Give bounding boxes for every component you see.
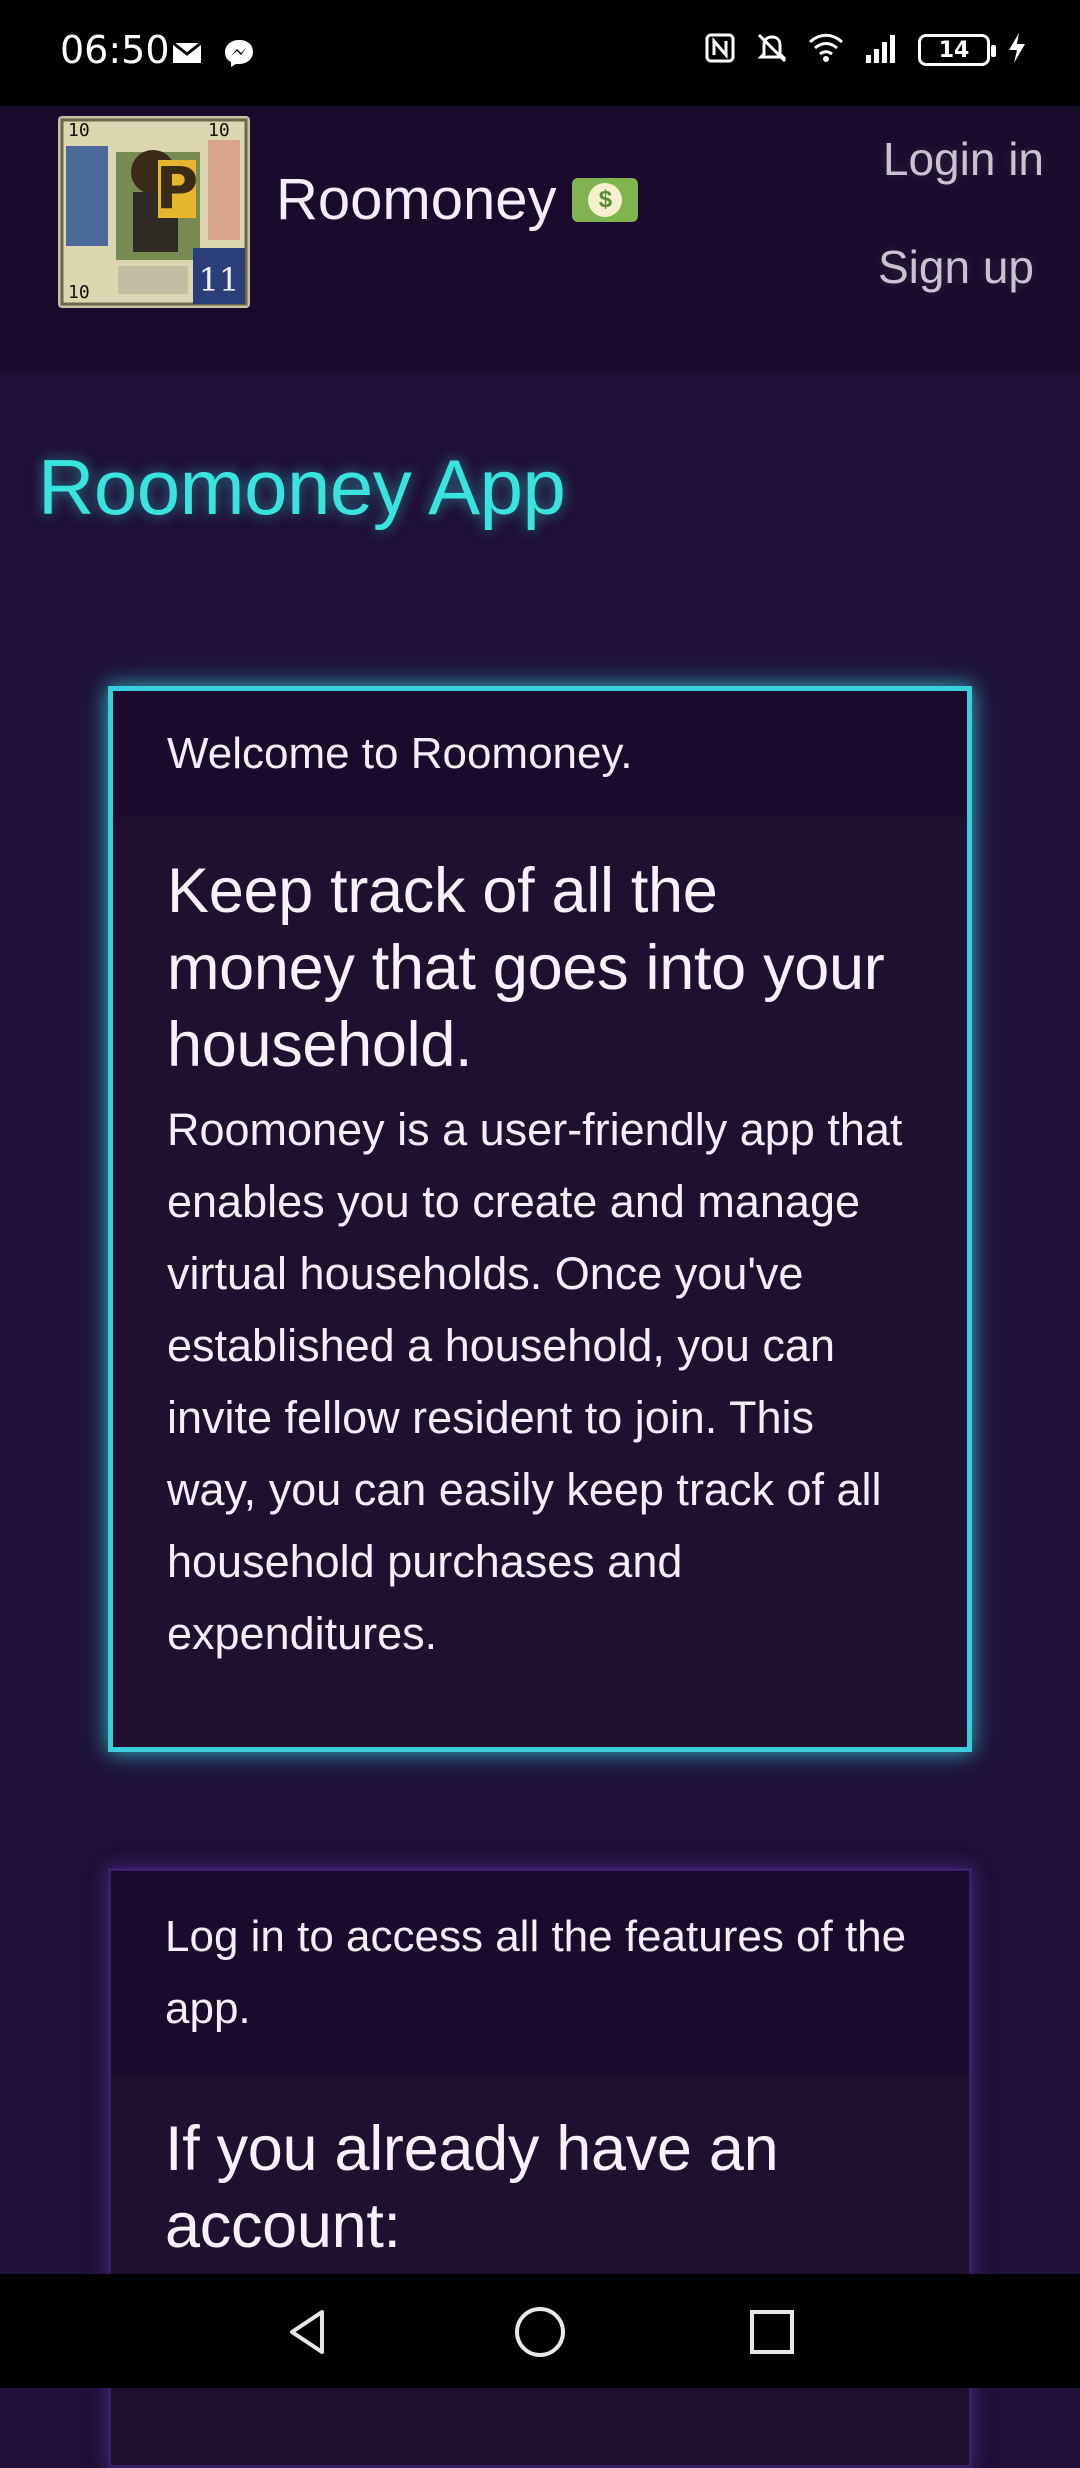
logo-number-bottom-right: 11 bbox=[199, 261, 240, 299]
battery-icon: 14 bbox=[918, 34, 996, 66]
app-logo[interactable]: P 11 10 10 10 bbox=[58, 116, 250, 308]
recent-apps-icon[interactable] bbox=[742, 2302, 802, 2362]
wifi-icon bbox=[806, 30, 846, 70]
welcome-card-body: Keep track of all the money that goes in… bbox=[113, 817, 967, 1670]
login-link[interactable]: Login in bbox=[883, 132, 1044, 186]
signal-icon bbox=[862, 30, 902, 70]
welcome-card-heading: Keep track of all the money that goes in… bbox=[167, 856, 885, 1080]
logo-number-top-right: 10 bbox=[208, 120, 230, 141]
status-bar: 06:50 14 bbox=[0, 0, 1080, 106]
signup-link[interactable]: Sign up bbox=[878, 240, 1034, 294]
back-icon[interactable] bbox=[280, 2302, 340, 2362]
home-icon[interactable] bbox=[510, 2302, 570, 2362]
welcome-card-header: Welcome to Roomoney. bbox=[113, 691, 967, 817]
status-time: 06:50 bbox=[60, 28, 170, 72]
welcome-card-description: Roomoney is a user-friendly app that ena… bbox=[167, 1104, 903, 1659]
charging-icon bbox=[1006, 30, 1028, 70]
login-card-header: Log in to access all the features of the… bbox=[111, 1871, 969, 2075]
login-card-heading: If you already have an account: bbox=[165, 2114, 779, 2261]
login-card-body: If you already have an account: bbox=[111, 2075, 969, 2265]
nfc-icon bbox=[702, 30, 738, 70]
page-title: Roomoney App bbox=[38, 443, 566, 531]
mute-icon bbox=[754, 30, 790, 70]
money-icon: $ bbox=[572, 177, 639, 222]
welcome-card-header-text: Welcome to Roomoney. bbox=[167, 729, 633, 778]
logo-number-bottom-left: 10 bbox=[68, 282, 90, 303]
messenger-icon bbox=[222, 36, 256, 74]
app-name: Roomoney bbox=[276, 167, 557, 232]
app-header: P 11 10 10 10 Roomoney $ Login in Sign u… bbox=[0, 106, 1080, 372]
gmail-icon bbox=[170, 36, 204, 74]
login-card-header-text: Log in to access all the features of the… bbox=[165, 1912, 907, 2033]
welcome-card: Welcome to Roomoney. Keep track of all t… bbox=[108, 686, 972, 1752]
logo-letter: P bbox=[156, 154, 199, 222]
brand[interactable]: Roomoney $ bbox=[276, 166, 639, 233]
system-navigation-bar bbox=[0, 2274, 1080, 2388]
logo-number-top-left: 10 bbox=[68, 120, 90, 141]
